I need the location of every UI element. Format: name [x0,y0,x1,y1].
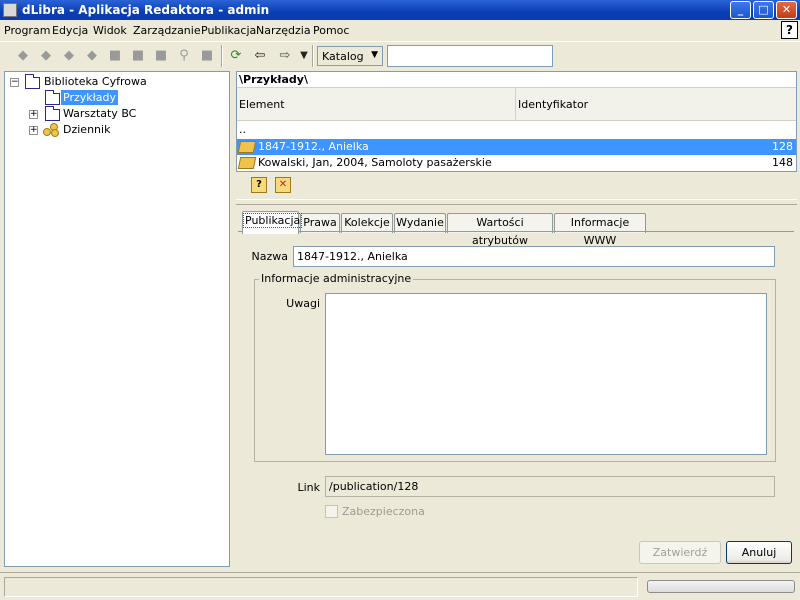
tab-label: Publikacja [243,213,303,228]
tree-node-root[interactable]: − Biblioteka Cyfrowa [5,74,225,90]
column-header-identifier[interactable]: Identyfikator [515,88,796,121]
move-icon[interactable]: ◆ [61,48,77,64]
table-row[interactable]: 1847-1912., Anielka 128 [237,139,796,155]
users-icon [43,123,60,137]
row-identifier: 148 [772,156,793,169]
tools-icon[interactable]: ◆ [84,48,100,64]
menu-edycja[interactable]: Edycja [52,24,88,37]
expand-icon[interactable]: + [29,110,38,119]
tab-label: Prawa [303,216,337,229]
horizontal-splitter[interactable] [236,199,797,205]
results-table: \Przykłady\ Element Identyfikator .. 184… [236,71,797,172]
minimize-button[interactable]: _ [730,1,751,19]
tab-prawa[interactable]: Prawa [300,213,340,233]
folder-icon [45,106,60,121]
cancel-button[interactable]: Anuluj [726,541,792,564]
table-row[interactable]: Kowalski, Jan, 2004, Samoloty pasażerski… [237,155,796,171]
column-header-element[interactable]: Element [237,88,515,121]
notes-label: Uwagi [286,297,320,310]
tree-node-warsztaty[interactable]: + Warsztaty BC [5,106,225,122]
row-identifier: 128 [772,140,793,153]
confirm-button[interactable]: Zatwierdź [639,541,721,564]
row-element: 1847-1912., Anielka [258,140,369,153]
add-folder-icon[interactable]: ◆ [15,48,31,64]
properties-icon[interactable]: ■ [199,48,215,64]
link-label: Link [297,481,320,494]
tree-node-label: Przykłady [61,90,118,105]
results-actions: ? ✕ [236,173,797,197]
name-label: Nazwa [251,250,288,263]
progress-bar [647,580,795,593]
help-query-icon[interactable]: ? [251,177,267,193]
forward-arrow-icon[interactable]: ⇨ [277,48,293,64]
dropdown-arrow-icon[interactable]: ▼ [296,48,312,64]
tab-label: Kolekcje [344,216,390,229]
catalog-select-value: Katalog [322,50,364,63]
close-button[interactable]: ✕ [776,1,797,19]
window-title: dLibra - Aplikacja Redaktora - admin [22,3,270,17]
menu-bar: Program Edycja Widok Zarządzanie Publika… [0,20,800,41]
status-bar [0,572,800,600]
tree-node-label: Dziennik [63,123,111,136]
lock-icon[interactable]: ■ [107,48,123,64]
table-header: Element Identyfikator [237,88,796,121]
maximize-button[interactable]: □ [753,1,774,19]
search-icon[interactable]: ⚲ [176,48,192,64]
tree-node-label: Warsztaty BC [63,107,137,120]
title-bar[interactable]: dLibra - Aplikacja Redaktora - admin _ □… [0,0,800,20]
menu-zarzadzanie[interactable]: Zarządzanie [133,24,201,37]
menu-pomoc[interactable]: Pomoc [313,24,349,37]
expand-icon[interactable]: + [29,126,38,135]
tree-node-przyklady[interactable]: Przykłady [5,90,225,106]
tab-wartosci-atrybutow[interactable]: Wartości atrybutów [447,213,553,247]
toolbar-separator [221,45,223,67]
parent-directory-label: .. [239,123,246,136]
tab-informacje-www[interactable]: Informacje WWW [554,213,646,247]
tab-label: Wydanie [396,216,444,229]
tab-wydanie[interactable]: Wydanie [394,213,446,233]
tab-publikacja[interactable]: Publikacja [242,211,303,234]
tab-strip: Publikacja Prawa Kolekcje Wydanie Wartoś… [236,210,797,247]
edit-document-icon[interactable]: ■ [153,48,169,64]
tree-node-dziennik[interactable]: + Dziennik [5,122,225,138]
link-field[interactable]: /publication/128 [325,476,775,497]
row-element: Kowalski, Jan, 2004, Samoloty pasażerski… [258,156,492,169]
toolbar: ◆ ◆ ◆ ◆ ■ ■ ■ ⚲ ■ ⟳ ⇦ ⇨ ▼ Katalog ▼ [0,41,800,70]
table-row-parent[interactable]: .. [237,122,796,138]
back-arrow-icon[interactable]: ⇦ [252,48,268,64]
admin-info-group-title: Informacje administracyjne [259,272,414,285]
context-help-icon[interactable]: ? [781,21,798,39]
folder-icon [45,90,60,105]
vertical-splitter[interactable] [232,71,235,567]
catalog-select[interactable]: Katalog ▼ [317,46,383,66]
book-icon [237,141,257,153]
search-input[interactable] [387,45,553,67]
status-text-area [4,577,638,597]
book-icon [237,157,257,169]
secured-checkbox[interactable] [325,505,338,518]
delete-icon[interactable]: ■ [130,48,146,64]
chevron-down-icon: ▼ [371,50,378,60]
secured-label: Zabezpieczona [342,505,425,518]
menu-publikacja[interactable]: Publikacja [201,24,256,37]
notes-textarea[interactable] [325,293,767,455]
name-field[interactable]: 1847-1912., Anielka [293,246,775,267]
refresh-icon[interactable]: ⟳ [228,48,244,64]
collapse-icon[interactable]: − [10,78,19,87]
menu-widok[interactable]: Widok [93,24,127,37]
toolbar-separator [312,45,314,67]
tab-kolekcje[interactable]: Kolekcje [341,213,393,233]
results-path: \Przykłady\ [237,72,796,88]
menu-narzedzia[interactable]: Narzędzia [256,24,311,37]
app-icon [3,3,17,17]
delete-book-icon[interactable]: ✕ [275,177,291,193]
catalog-tree[interactable]: − Biblioteka Cyfrowa Przykłady + Warszta… [4,71,230,567]
tree-node-label: Biblioteka Cyfrowa [44,75,147,88]
folder-icon [25,74,40,89]
add-document-icon[interactable]: ◆ [38,48,54,64]
menu-program[interactable]: Program [4,24,50,37]
